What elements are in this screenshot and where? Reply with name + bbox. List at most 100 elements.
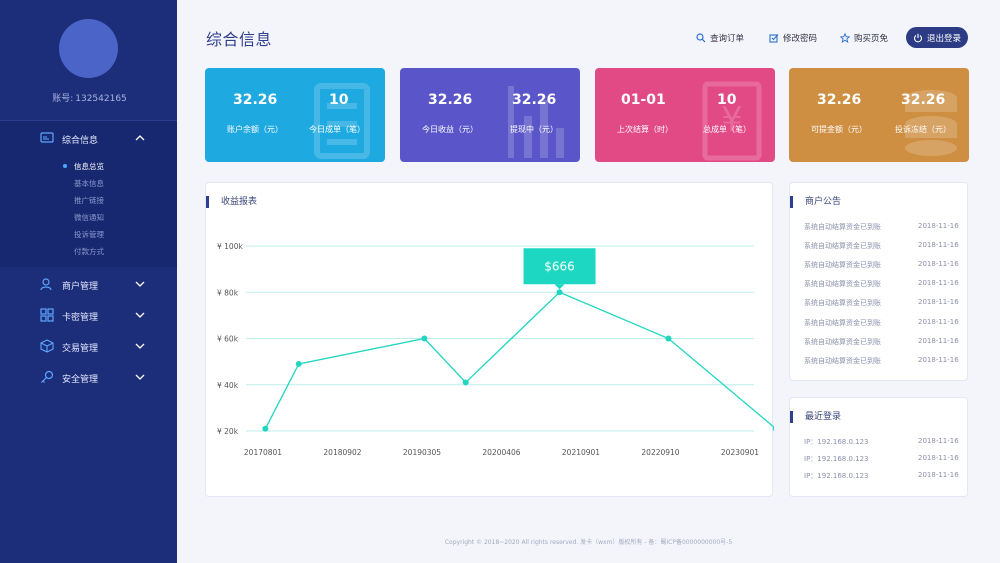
notice-date: 2018-11-16 <box>918 298 959 306</box>
login-ip: IP：192.168.0.123 <box>804 472 869 480</box>
sub-item-promo-link[interactable]: 推广链接 <box>74 195 104 206</box>
earnings-line-chart: ¥ 100k ¥ 80k ¥ 60k ¥ 40k ¥ 20k 20170801 201809… <box>217 242 774 457</box>
stat-value: 10 <box>717 92 737 108</box>
notice-text: 系统自动结算资金已到账 <box>804 223 881 231</box>
notice-text: 系统自动结算资金已到账 <box>804 261 881 269</box>
chevron-down-icon <box>135 312 145 318</box>
x-tick-label: 20220910 <box>641 448 679 457</box>
stat-card-withdrawable: 32.26 可提金额（元） 32.26 投诉冻结（元） <box>789 68 969 162</box>
stat-caption: 账户余额（元） <box>227 125 283 134</box>
notice-panel: 商户公告 系统自动结算资金已到账 2018-11-16 系统自动结算资金已到账 20… <box>789 182 968 381</box>
notice-date: 2018-11-16 <box>918 337 959 345</box>
data-point <box>665 335 672 342</box>
stat-value: 32.26 <box>428 92 473 108</box>
sidebar-item-label: 卡密管理 <box>62 313 99 323</box>
sub-item-complaints[interactable]: 投诉管理 <box>74 229 104 240</box>
change-password-label: 修改密码 <box>783 34 818 44</box>
login-date: 2018-11-16 <box>918 437 959 445</box>
stat-value: 10 <box>329 92 349 108</box>
x-tick-label: 20200406 <box>482 448 520 457</box>
sub-item-overview[interactable]: 信息总览 <box>74 161 104 172</box>
dashboard-icon <box>40 132 54 143</box>
stat-value: 01-01 <box>621 92 666 108</box>
sidebar-item-label: 综合信息 <box>62 136 99 146</box>
sidebar-item-label: 商户管理 <box>62 282 99 292</box>
login-title: 最近登录 <box>790 411 841 423</box>
x-tick-label: 20210901 <box>562 448 600 457</box>
stat-card-income: 32.26 今日收益（元） 32.26 提现中（元） <box>400 68 580 162</box>
data-point <box>421 335 428 342</box>
stat-value: 32.26 <box>901 92 946 108</box>
notice-text: 系统自动结算资金已到账 <box>804 242 881 250</box>
query-order-link[interactable]: 查询订单 <box>696 32 744 44</box>
notice-date: 2018-11-16 <box>918 356 959 364</box>
stat-card-settlement: ¥ 01-01 上次结算（时） 10 总成单（笔） <box>595 68 775 162</box>
stat-value: 32.26 <box>233 92 278 108</box>
sidebar: 账号: 132542165 综合信息 信息总览 基本信息 推广链接 微信通知 投诉… <box>0 0 177 563</box>
buy-page-link[interactable]: 购买页免 <box>840 32 888 44</box>
star-icon <box>840 33 850 43</box>
notice-title: 商户公告 <box>790 196 841 208</box>
key-icon <box>41 370 54 383</box>
data-point <box>295 360 302 367</box>
login-ip: IP：192.168.0.123 <box>804 455 869 463</box>
y-tick-label: ¥ 60k <box>217 335 239 344</box>
logout-button[interactable]: 退出登录 <box>906 27 968 48</box>
notice-date: 2018-11-16 <box>918 318 959 326</box>
chevron-down-icon <box>135 374 145 380</box>
cube-icon <box>40 339 54 353</box>
sidebar-item-security[interactable]: 安全管理 <box>0 363 177 391</box>
sub-item-wechat-notify[interactable]: 微信通知 <box>74 212 104 223</box>
data-point <box>462 379 469 386</box>
x-tick-label: 20180902 <box>323 448 361 457</box>
sidebar-item-merchant[interactable]: 商户管理 <box>0 270 177 298</box>
notice-text: 系统自动结算资金已到账 <box>804 280 881 288</box>
sidebar-item-label: 交易管理 <box>62 344 99 354</box>
notice-text: 系统自动结算资金已到账 <box>804 338 881 346</box>
stat-value: 32.26 <box>512 92 557 108</box>
stat-caption: 上次结算（时） <box>617 125 673 134</box>
query-order-label: 查询订单 <box>710 34 745 44</box>
series-line <box>264 291 774 429</box>
notice-date: 2018-11-16 <box>918 222 959 230</box>
account-info: 账号: 132542165 <box>0 91 177 104</box>
report-panel: 收益报表 ¥ 100k ¥ 80k ¥ 60k ¥ 40k ¥ 20k 20170801 2… <box>205 182 774 497</box>
stat-card-balance: 32.26 账户余额（元） 10 今日成单（笔） <box>205 68 385 162</box>
notice-date: 2018-11-16 <box>918 279 959 287</box>
chevron-down-icon <box>135 281 145 287</box>
buy-page-label: 购买页免 <box>854 34 889 44</box>
stat-caption: 提现中（元） <box>510 125 558 134</box>
y-tick-label: ¥ 80k <box>217 288 239 297</box>
notice-date: 2018-11-16 <box>918 241 959 249</box>
sidebar-item-label: 安全管理 <box>62 375 99 385</box>
change-password-link[interactable]: 修改密码 <box>769 32 817 44</box>
y-tick-label: ¥ 40k <box>217 381 239 390</box>
stat-caption: 可提金额（元） <box>811 125 867 134</box>
sub-item-payment-methods[interactable]: 付款方式 <box>74 246 104 257</box>
notice-text: 系统自动结算资金已到账 <box>804 319 881 327</box>
sidebar-item-trade[interactable]: 交易管理 <box>0 332 177 360</box>
sub-item-basic-info[interactable]: 基本信息 <box>74 178 104 189</box>
sidebar-item-overview[interactable]: 综合信息 <box>0 124 177 152</box>
login-ip: IP：192.168.0.123 <box>804 438 869 446</box>
bar-chart-icon <box>508 86 564 158</box>
coins-icon <box>905 90 957 156</box>
chevron-up-icon <box>135 135 145 141</box>
stat-value: 32.26 <box>817 92 862 108</box>
power-icon <box>913 33 923 42</box>
stat-caption: 今日成单（笔） <box>309 125 365 134</box>
tooltip-pointer <box>554 284 565 290</box>
stat-caption: 今日收益（元） <box>422 125 478 134</box>
x-tick-label: 20230901 <box>721 448 759 457</box>
sidebar-item-cards[interactable]: 卡密管理 <box>0 301 177 329</box>
login-date: 2018-11-16 <box>918 454 959 462</box>
notice-text: 系统自动结算资金已到账 <box>804 357 881 365</box>
avatar[interactable] <box>59 19 118 78</box>
users-icon <box>40 278 52 291</box>
receipt-icon: ¥ <box>702 81 762 161</box>
logout-label: 退出登录 <box>926 33 961 44</box>
x-tick-label: 20170801 <box>244 448 282 457</box>
login-panel: 最近登录 IP：192.168.0.123 2018-11-16 IP：192.1… <box>789 397 968 497</box>
stat-caption: 总成单（笔） <box>703 125 751 134</box>
y-tick-label: ¥ 100k <box>217 242 243 251</box>
